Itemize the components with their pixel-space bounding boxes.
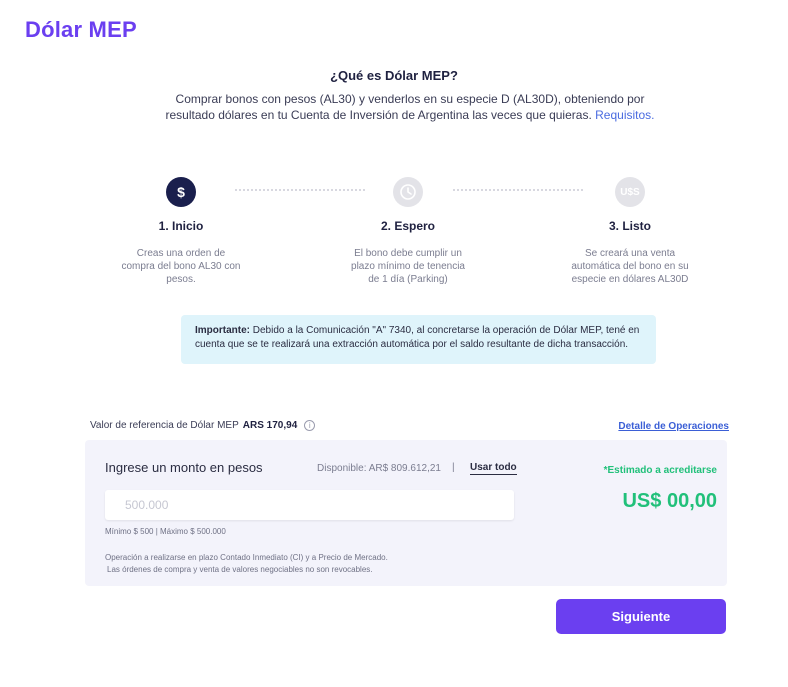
info-icon[interactable]: i xyxy=(304,420,316,431)
page-title: Dólar MEP xyxy=(25,17,137,42)
clock-icon xyxy=(393,177,423,207)
step-description: Creas una orden de compra del bono AL30 … xyxy=(121,248,241,285)
reference-value: Valor de referencia de Dólar MEP ARS 170… xyxy=(90,420,316,431)
dollar-icon: $ xyxy=(166,177,196,207)
intro-description: Comprar bonos con pesos (AL30) y venderl… xyxy=(150,91,670,123)
estimate-label: *Estimado a acreditarse xyxy=(603,465,717,476)
notice-label: Importante: xyxy=(195,325,250,336)
operations-detail-link[interactable]: Detalle de Operaciones xyxy=(618,421,729,432)
available-balance: Disponible: AR$ 809.612,21 xyxy=(317,463,441,474)
step-title: 3. Listo xyxy=(608,219,651,233)
use-all-button[interactable]: Usar todo xyxy=(470,462,517,475)
amount-input[interactable] xyxy=(105,490,514,520)
intro-title: ¿Qué es Dólar MEP? xyxy=(330,68,458,83)
reference-amount: ARS 170,94 xyxy=(242,420,298,431)
usd-icon: U$S xyxy=(615,177,645,207)
step-espero: 2. Espero El bono debe cumplir un plazo … xyxy=(308,177,508,286)
amount-label: Ingrese un monto en pesos xyxy=(105,460,263,475)
estimate-value: US$ 00,00 xyxy=(622,490,717,512)
footnote-line: Operación a realizarse en plazo Contado … xyxy=(105,553,388,562)
next-button[interactable]: Siguiente xyxy=(556,599,726,634)
step-description: El bono debe cumplir un plazo mínimo de … xyxy=(351,248,465,285)
important-notice: Importante: Debido a la Comunicación "A"… xyxy=(181,315,656,364)
operation-footnote: Operación a realizarse en plazo Contado … xyxy=(105,552,388,576)
step-description: Se creará una venta automática del bono … xyxy=(571,248,689,285)
footnote-line: Las órdenes de compra y venta de valores… xyxy=(107,565,373,574)
reference-label: Valor de referencia de Dólar MEP xyxy=(90,420,239,431)
requirements-link[interactable]: Requisitos. xyxy=(595,108,654,122)
step-listo: U$S 3. Listo Se creará una venta automát… xyxy=(530,177,730,286)
step-inicio: $ 1. Inicio Creas una orden de compra de… xyxy=(81,177,281,286)
step-title: 1. Inicio xyxy=(158,219,204,233)
separator: | xyxy=(452,462,455,473)
intro-description-text: Comprar bonos con pesos (AL30) y venderl… xyxy=(165,92,645,122)
notice-text: Debido a la Comunicación "A" 7340, al co… xyxy=(195,325,640,350)
amount-panel: Ingrese un monto en pesos Disponible: AR… xyxy=(85,440,727,586)
amount-limits: Mínimo $ 500 | Máximo $ 500.000 xyxy=(105,527,226,536)
step-title: 2. Espero xyxy=(380,219,436,233)
